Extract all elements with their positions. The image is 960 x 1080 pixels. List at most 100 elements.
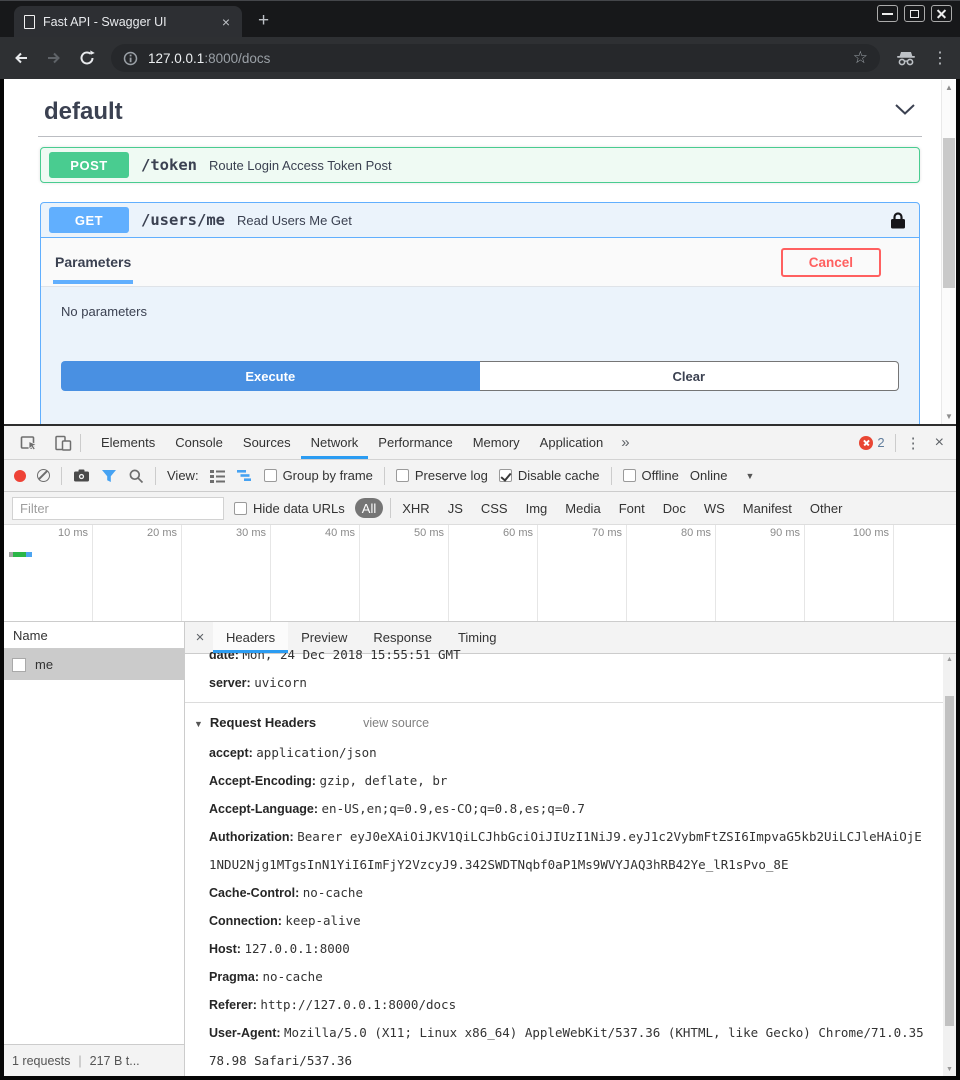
chevron-down-icon[interactable] [894,103,916,121]
group-by-frame-checkbox[interactable] [264,469,277,482]
hide-data-urls-option[interactable]: Hide data URLs [234,501,345,516]
disable-cache-option[interactable]: Disable cache [499,468,600,483]
back-icon[interactable] [12,49,30,67]
parameters-tab[interactable]: Parameters [53,240,133,284]
detail-tab[interactable]: Timing [445,622,510,653]
resource-type-chip[interactable]: CSS [474,498,515,518]
timeline-tick: 110 [894,525,960,621]
forward-icon[interactable] [45,49,63,67]
detail-tabs: HeadersPreviewResponseTiming [213,622,509,653]
cancel-button[interactable]: Cancel [781,248,881,277]
devtools-tab[interactable]: Network [301,426,369,459]
resource-type-chip[interactable]: JS [441,498,470,518]
resource-type-chip[interactable]: Font [612,498,652,518]
error-count: 2 [877,435,884,450]
request-headers-title[interactable]: Request Headers [210,708,316,738]
browser-tab[interactable]: Fast API - Swagger UI × [14,6,242,37]
view-label: View: [167,468,199,483]
page-info-icon[interactable] [123,51,138,66]
swagger-section-header[interactable]: default [40,92,920,136]
search-icon[interactable] [128,468,144,484]
new-tab-button[interactable]: + [258,12,269,30]
offline-option[interactable]: Offline [623,468,679,483]
offline-checkbox[interactable] [623,469,636,482]
auth-lock-icon[interactable] [891,212,911,229]
resource-type-chip[interactable]: Manifest [736,498,799,518]
scroll-down-arrow-icon[interactable]: ▼ [942,412,956,421]
throttling-dropdown[interactable]: Online ▼ [690,468,755,483]
overview-waterfall-icon[interactable] [237,469,253,482]
request-row[interactable]: me [4,649,184,680]
filter-funnel-icon[interactable] [101,469,117,483]
resource-type-chip[interactable]: XHR [390,498,436,518]
clear-log-icon[interactable] [37,469,50,482]
detail-scrollbar[interactable]: ▲ ▼ [943,654,956,1076]
status-divider: | [78,1054,81,1068]
throttling-value: Online [690,468,728,483]
header-row: Host: 127.0.0.1:8000 [209,935,928,963]
resource-type-chip[interactable]: All [355,498,383,518]
preserve-log-checkbox[interactable] [396,469,409,482]
network-filter-bar: Hide data URLs All XHRJSCSSImgMediaFontDo… [4,492,956,525]
resource-type-chip[interactable]: WS [697,498,732,518]
devtools-tab[interactable]: Performance [368,426,462,459]
page-scrollbar[interactable]: ▲ ▼ [941,80,956,424]
group-by-frame-option[interactable]: Group by frame [264,468,373,483]
tab-close-icon[interactable]: × [220,15,232,29]
devtools-close-icon[interactable]: × [931,434,948,452]
resource-type-chip[interactable]: Img [519,498,555,518]
scroll-down-arrow-icon[interactable]: ▼ [943,1066,956,1073]
header-row: Referer: http://127.0.0.1:8000/docs [209,991,928,1019]
detail-tab[interactable]: Preview [288,622,360,653]
scroll-up-arrow-icon[interactable]: ▲ [943,656,956,663]
incognito-icon [895,51,917,66]
scrollbar-thumb[interactable] [945,696,954,1026]
post-token-operation[interactable]: POST /token Route Login Access Token Pos… [40,147,920,183]
device-toolbar-icon[interactable] [46,434,80,452]
request-name: me [35,657,53,672]
resource-type-chip[interactable]: Other [803,498,850,518]
clear-button[interactable]: Clear [480,361,900,391]
disable-cache-checkbox[interactable] [499,469,512,482]
execute-button[interactable]: Execute [61,361,480,391]
browser-menu-icon[interactable]: ⋮ [932,48,948,68]
devtools-tab[interactable]: Application [530,426,614,459]
preserve-log-option[interactable]: Preserve log [396,468,488,483]
detail-tab[interactable]: Headers [213,622,288,653]
maximize-button[interactable] [904,5,925,22]
resource-type-chip[interactable]: Doc [656,498,693,518]
hide-data-urls-label: Hide data URLs [253,501,345,516]
bookmark-star-icon[interactable]: ☆ [853,48,868,68]
devtools-tab[interactable]: Console [165,426,233,459]
get-operation-header[interactable]: GET /users/me Read Users Me Get [41,203,919,238]
inspect-element-icon[interactable] [12,434,46,452]
screenshot-capture-icon[interactable] [73,469,90,482]
resource-type-chip[interactable]: Media [558,498,607,518]
large-rows-icon[interactable] [210,469,226,483]
separator [384,467,385,485]
collapse-triangle-icon[interactable]: ▼ [194,709,203,739]
error-count-badge[interactable]: 2 [859,435,884,450]
hide-data-urls-checkbox[interactable] [234,502,247,515]
resource-type-filters: All XHRJSCSSImgMediaFontDocWSManifestOthe… [355,498,850,518]
filter-input[interactable] [12,497,224,520]
reload-icon[interactable] [78,49,96,67]
separator [895,434,896,452]
record-button[interactable] [14,470,26,482]
devtools-tab[interactable]: Sources [233,426,301,459]
post-summary: Route Login Access Token Post [209,158,392,173]
devtools-tab[interactable]: Memory [463,426,530,459]
network-overview-timeline[interactable]: 10 ms20 ms30 ms40 ms50 ms60 ms70 ms80 ms… [4,525,956,622]
minimize-button[interactable] [877,5,898,22]
url-bar[interactable]: 127.0.0.1:8000/docs ☆ [111,44,880,72]
scrollbar-thumb[interactable] [943,138,955,288]
more-tabs-icon[interactable]: » [613,434,637,451]
scroll-up-arrow-icon[interactable]: ▲ [942,83,956,92]
view-source-link[interactable]: view source [363,708,429,738]
detail-tab[interactable]: Response [360,622,445,653]
request-rows: me [4,649,184,680]
devtools-tab[interactable]: Elements [91,426,165,459]
name-column-header[interactable]: Name [4,622,184,649]
close-window-button[interactable] [931,5,952,22]
devtools-menu-icon[interactable]: ⋮ [906,434,921,452]
